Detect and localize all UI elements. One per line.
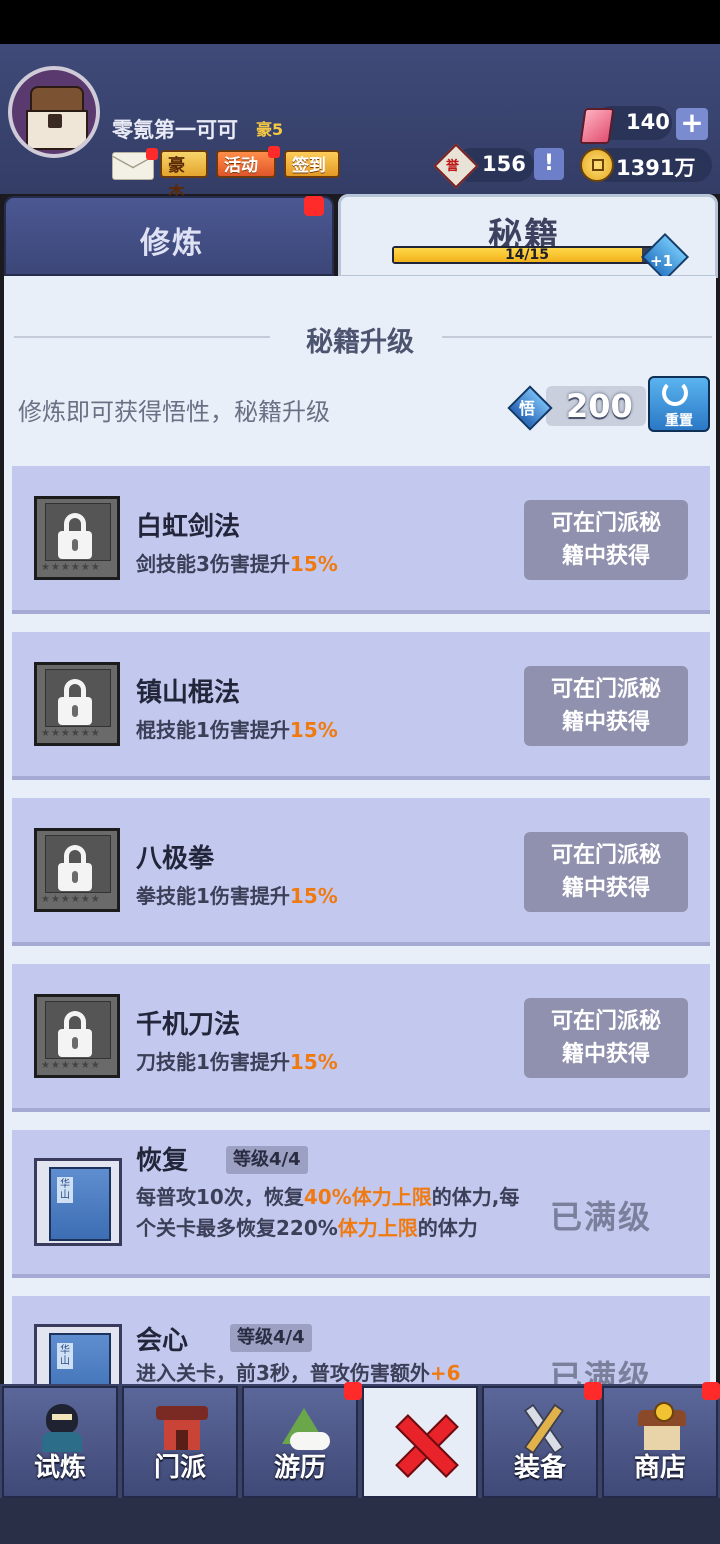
obtain-button[interactable]: 可在门派秘 籍中获得: [524, 500, 688, 580]
chest-lock-icon: [48, 114, 62, 128]
skill-card-baji: ★★★★★★ 八极拳 拳技能1伤害提升15% 可在门派秘 籍中获得: [12, 798, 710, 946]
shop-icon: [636, 1402, 688, 1450]
skill-title: 恢复: [136, 1146, 189, 1176]
nav-label: 试炼: [33, 1453, 86, 1483]
shop-notification-dot: [702, 1382, 720, 1400]
skill-title: 白虹剑法: [136, 512, 241, 542]
coin-icon: [580, 148, 614, 182]
locked-book-icon: ★★★★★★: [34, 994, 120, 1078]
lock-keyhole: [72, 1037, 78, 1049]
skill-desc: 刀技能1伤害提升15%: [136, 1050, 338, 1074]
locked-book-icon: ★★★★★★: [34, 828, 120, 912]
secret-progress-text: 14/15: [504, 247, 550, 263]
nav-close[interactable]: [362, 1386, 478, 1498]
max-level-label: 已满级: [550, 1198, 653, 1236]
skill-title: 千机刀法: [136, 1010, 241, 1040]
skill-card-zhenshan: ★★★★★★ 镇山棍法 棍技能1伤害提升15% 可在门派秘 籍中获得: [12, 632, 710, 780]
haojie-button[interactable]: 豪杰: [160, 150, 208, 204]
honor-icon-char: 誉: [446, 159, 460, 174]
signin-button[interactable]: 签到: [284, 150, 340, 178]
nav-label: 装备: [513, 1453, 566, 1483]
system-navigation-bar: [0, 1498, 720, 1544]
activity-button[interactable]: 活动: [216, 150, 276, 178]
nav-sect[interactable]: 门派: [122, 1386, 238, 1498]
equipment-notification-dot: [584, 1382, 602, 1400]
skill-desc: 棍技能1伤害提升15%: [136, 718, 338, 742]
coin-count: 1391万: [616, 156, 696, 180]
skill-card-recover: 华山 恢复 等级4/4 每普攻10次，恢复40%体力上限的体力,每个关卡最多恢复…: [12, 1130, 710, 1278]
vip-level: 豪5: [256, 120, 284, 139]
honor-count: 156: [482, 152, 526, 176]
nav-label: 游历: [273, 1453, 326, 1483]
locked-book-icon: ★★★★★★: [34, 662, 120, 746]
insight-points: 200: [566, 387, 633, 425]
honor-info-button[interactable]: !: [534, 148, 564, 180]
nav-equipment[interactable]: 装备: [482, 1386, 598, 1498]
skill-title: 八极拳: [136, 844, 215, 874]
level-tag: 等级4/4: [226, 1146, 308, 1174]
avatar[interactable]: [8, 66, 100, 158]
book-icon: 华山: [34, 1158, 122, 1246]
skill-desc: 剑技能3伤害提升15%: [136, 552, 338, 576]
gate-icon: [156, 1402, 208, 1450]
gem-count: 140: [626, 110, 670, 134]
locked-book-icon: ★★★★★★: [34, 496, 120, 580]
book-label: 华山: [57, 1343, 73, 1369]
star-rating-icon: ★★★★★★: [41, 562, 101, 573]
lock-keyhole: [72, 871, 78, 883]
book-label: 华山: [57, 1177, 73, 1203]
add-gems-button[interactable]: +: [676, 108, 708, 140]
star-rating-icon: ★★★★★★: [41, 1060, 101, 1071]
nav-trial[interactable]: 试炼: [2, 1386, 118, 1498]
travel-notification-dot: [344, 1382, 362, 1400]
lock-keyhole: [72, 705, 78, 717]
skill-title: 镇山棍法: [136, 678, 241, 708]
obtain-button[interactable]: 可在门派秘 籍中获得: [524, 666, 688, 746]
reset-label: 重置: [665, 413, 693, 429]
skill-desc: 每普攻10次，恢复40%体力上限的体力,每个关卡最多恢复220%体力上限的体力: [136, 1185, 520, 1240]
skill-title: 会心: [136, 1326, 189, 1356]
lock-keyhole: [72, 539, 78, 551]
nav-shop[interactable]: 商店: [602, 1386, 718, 1498]
close-icon: [394, 1414, 454, 1474]
plus-one-label: +1: [650, 252, 674, 270]
skill-desc: 拳技能1伤害提升15%: [136, 884, 338, 908]
status-bar: [0, 0, 720, 44]
ninja-icon: [36, 1402, 88, 1452]
mail-notification-dot: [146, 148, 158, 160]
skill-card-baihong: ★★★★★★ 白虹剑法 剑技能3伤害提升15% 可在门派秘 籍中获得: [12, 466, 710, 614]
mountain-icon: [276, 1402, 330, 1450]
level-tag: 等级4/4: [230, 1324, 312, 1352]
reset-icon: [662, 380, 688, 406]
obtain-button[interactable]: 可在门派秘 籍中获得: [524, 998, 688, 1078]
upgrade-hint: 修炼即可获得悟性，秘籍升级: [18, 398, 330, 426]
nav-label: 门派: [153, 1453, 206, 1483]
activity-notification-dot: [268, 146, 280, 158]
tab-cultivate-label: 修炼: [140, 226, 204, 261]
gem-icon: [579, 108, 615, 144]
obtain-button[interactable]: 可在门派秘 籍中获得: [524, 832, 688, 912]
swords-icon: [516, 1402, 568, 1455]
insight-icon-char: 悟: [519, 399, 536, 418]
skill-card-qianji: ★★★★★★ 千机刀法 刀技能1伤害提升15% 可在门派秘 籍中获得: [12, 964, 710, 1112]
nav-label: 商店: [633, 1453, 686, 1483]
star-rating-icon: ★★★★★★: [41, 894, 101, 905]
star-rating-icon: ★★★★★★: [41, 728, 101, 739]
section-title: 秘籍升级: [306, 327, 414, 358]
cultivate-notification-dot: [304, 196, 324, 216]
nav-travel[interactable]: 游历: [242, 1386, 358, 1498]
username: 零氪第一可可: [112, 118, 238, 142]
